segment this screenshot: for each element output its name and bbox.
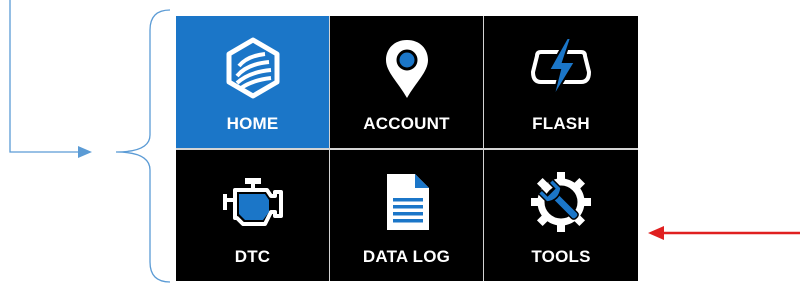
engine-icon: [221, 170, 285, 234]
gear-wrench-icon: [529, 170, 593, 234]
account-label: ACCOUNT: [363, 114, 450, 133]
dtc-label: DTC: [234, 247, 271, 266]
main-menu-grid: HOME ACCOUNT FLASH DTC DATA LOG TOOLS: [176, 16, 638, 281]
dtc-tile[interactable]: DTC: [176, 150, 329, 281]
flash-tile[interactable]: FLASH: [484, 16, 638, 148]
curly-brace: [115, 9, 171, 283]
account-tile[interactable]: ACCOUNT: [330, 16, 483, 148]
home-hexagon-icon: [221, 36, 285, 100]
document-icon: [375, 170, 439, 234]
home-label: HOME: [226, 114, 279, 133]
data-log-label: DATA LOG: [362, 247, 451, 266]
connector-line: [9, 0, 78, 153]
flash-label: FLASH: [532, 114, 590, 133]
location-pin-icon: [375, 36, 439, 100]
tools-tile[interactable]: TOOLS: [484, 150, 638, 281]
red-arrow-head: [648, 226, 664, 240]
lightning-bolt-icon: [529, 36, 593, 100]
tools-label: TOOLS: [531, 247, 591, 266]
home-tile[interactable]: HOME: [176, 16, 329, 148]
data-log-tile[interactable]: DATA LOG: [330, 150, 483, 281]
connector-arrowhead: [78, 146, 92, 158]
